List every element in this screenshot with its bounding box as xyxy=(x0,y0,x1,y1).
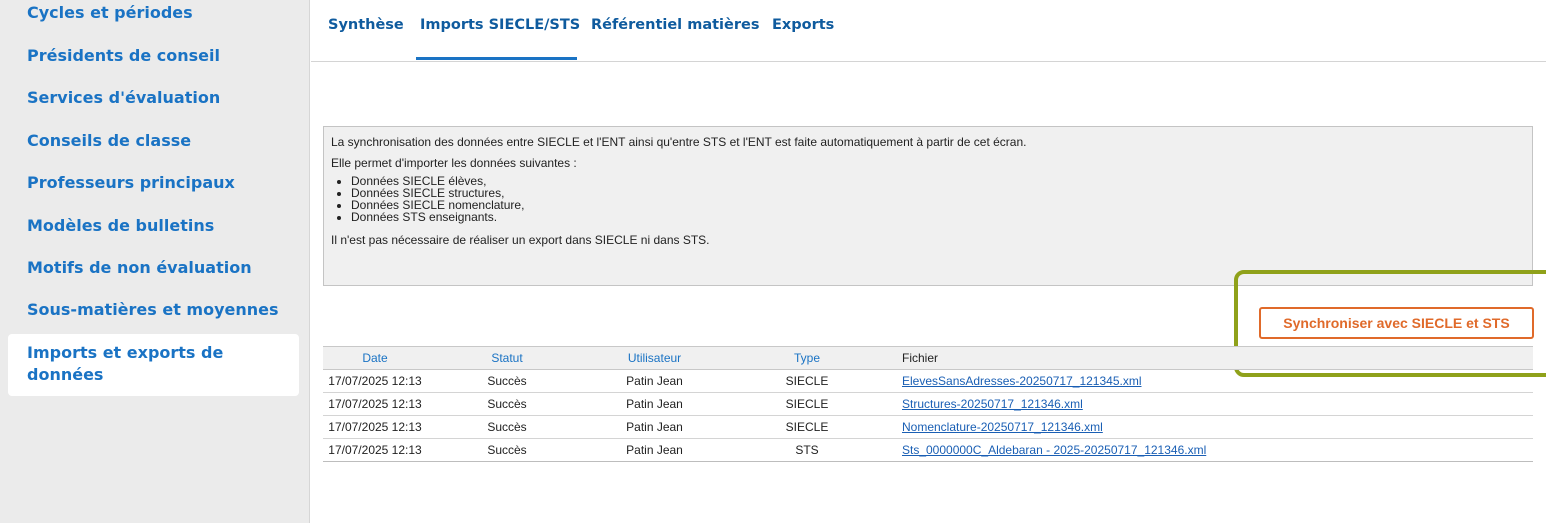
table-header-row: Date Statut Utilisateur Type Fichier xyxy=(323,346,1533,370)
table-row: 17/07/2025 12:13 Succès Patin Jean SIECL… xyxy=(323,415,1533,439)
cell-statut: Succès xyxy=(427,369,587,393)
cell-date: 17/07/2025 12:13 xyxy=(323,438,427,462)
tab-bar: Synthèse Imports SIECLE/STS Référentiel … xyxy=(311,0,1546,62)
sidebar-item-imports-exports[interactable]: Imports et exports de données xyxy=(8,334,299,396)
list-item: Données SIECLE élèves, xyxy=(351,175,1525,187)
imports-table: Date Statut Utilisateur Type Fichier 17/… xyxy=(323,346,1533,462)
info-panel: La synchronisation des données entre SIE… xyxy=(323,126,1533,286)
table-row: 17/07/2025 12:13 Succès Patin Jean SIECL… xyxy=(323,369,1533,393)
cell-statut: Succès xyxy=(427,415,587,439)
file-link[interactable]: Nomenclature-20250717_121346.xml xyxy=(902,420,1103,434)
list-item: Données SIECLE nomenclature, xyxy=(351,199,1525,211)
cell-fichier: Sts_0000000C_Aldebaran - 2025-20250717_1… xyxy=(892,438,1533,462)
info-line-2: Elle permet d'importer les données suiva… xyxy=(331,156,577,170)
sidebar: Cycles et périodes Présidents de conseil… xyxy=(0,0,310,523)
cell-fichier: Structures-20250717_121346.xml xyxy=(892,392,1533,416)
cell-fichier: ElevesSansAdresses-20250717_121345.xml xyxy=(892,369,1533,393)
cell-type: STS xyxy=(722,438,892,462)
cell-date: 17/07/2025 12:13 xyxy=(323,369,427,393)
info-line-3: Il n'est pas nécessaire de réaliser un e… xyxy=(331,233,710,247)
sidebar-item-conseils-classe[interactable]: Conseils de classe xyxy=(27,130,297,152)
info-line-1: La synchronisation des données entre SIE… xyxy=(331,135,1027,149)
sidebar-item-services-evaluation[interactable]: Services d'évaluation xyxy=(27,87,297,109)
cell-utilisateur: Patin Jean xyxy=(587,438,722,462)
cell-utilisateur: Patin Jean xyxy=(587,392,722,416)
column-header-fichier: Fichier xyxy=(892,346,1533,370)
cell-utilisateur: Patin Jean xyxy=(587,369,722,393)
cell-fichier: Nomenclature-20250717_121346.xml xyxy=(892,415,1533,439)
sidebar-item-presidents-conseil[interactable]: Présidents de conseil xyxy=(27,45,297,67)
table-row: 17/07/2025 12:13 Succès Patin Jean STS S… xyxy=(323,438,1533,462)
info-bullet-list: Données SIECLE élèves, Données SIECLE st… xyxy=(331,175,1525,223)
cell-utilisateur: Patin Jean xyxy=(587,415,722,439)
cell-date: 17/07/2025 12:13 xyxy=(323,392,427,416)
file-link[interactable]: Structures-20250717_121346.xml xyxy=(902,397,1083,411)
cell-statut: Succès xyxy=(427,438,587,462)
cell-date: 17/07/2025 12:13 xyxy=(323,415,427,439)
list-item: Données STS enseignants. xyxy=(351,211,1525,223)
cell-statut: Succès xyxy=(427,392,587,416)
column-header-type: Type xyxy=(722,346,892,370)
sidebar-item-sous-matieres-moyennes[interactable]: Sous-matières et moyennes xyxy=(27,299,297,321)
tab-imports-siecle-sts[interactable]: Imports SIECLE/STS xyxy=(420,17,580,33)
tab-exports[interactable]: Exports xyxy=(772,17,834,33)
file-link[interactable]: ElevesSansAdresses-20250717_121345.xml xyxy=(902,374,1142,388)
sidebar-item-motifs-non-evaluation[interactable]: Motifs de non évaluation xyxy=(27,257,297,279)
sync-siecle-sts-button[interactable]: Synchroniser avec SIECLE et STS xyxy=(1259,307,1534,339)
column-header-utilisateur: Utilisateur xyxy=(587,346,722,370)
column-header-date: Date xyxy=(323,346,427,370)
cell-type: SIECLE xyxy=(722,415,892,439)
tab-synthese[interactable]: Synthèse xyxy=(328,17,404,33)
sidebar-item-cycles-periodes[interactable]: Cycles et périodes xyxy=(27,2,297,24)
table-row: 17/07/2025 12:13 Succès Patin Jean SIECL… xyxy=(323,392,1533,416)
column-header-statut: Statut xyxy=(427,346,587,370)
sidebar-item-modeles-bulletins[interactable]: Modèles de bulletins xyxy=(27,215,297,237)
sidebar-item-professeurs-principaux[interactable]: Professeurs principaux xyxy=(27,172,297,194)
file-link[interactable]: Sts_0000000C_Aldebaran - 2025-20250717_1… xyxy=(902,443,1206,457)
cell-type: SIECLE xyxy=(722,369,892,393)
tab-referentiel-matieres[interactable]: Référentiel matières xyxy=(591,17,759,33)
cell-type: SIECLE xyxy=(722,392,892,416)
list-item: Données SIECLE structures, xyxy=(351,187,1525,199)
active-tab-indicator xyxy=(416,57,577,60)
